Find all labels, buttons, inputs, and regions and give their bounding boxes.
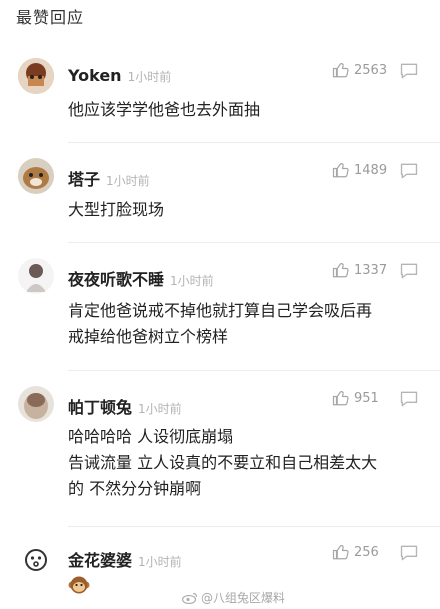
- thumbs-up-icon: [332, 391, 349, 406]
- avatar[interactable]: [18, 386, 54, 422]
- avatar-image: [18, 158, 54, 194]
- thumbs-up-icon: [332, 545, 349, 560]
- like-count: 256: [354, 544, 379, 560]
- comment-line: 肯定他爸说戒不掉他就打算自己学会吸后再: [68, 301, 373, 320]
- comment-line: 他应该学学他爸也去外面抽: [68, 100, 261, 119]
- username[interactable]: 帕丁顿兔 1小时前: [68, 394, 182, 418]
- comment-line: 戒掉给他爸树立个榜样: [68, 327, 229, 346]
- divider: [68, 526, 440, 527]
- comment-line: 的 不然分分钟崩啊: [68, 479, 202, 498]
- section-title: 最赞回应: [16, 8, 85, 27]
- like-count: 2563: [354, 62, 388, 78]
- thumbs-up-icon: [332, 63, 349, 78]
- comment-emoji: [68, 574, 90, 600]
- monkey-emoji-icon: [68, 576, 90, 594]
- username[interactable]: Yoken 1小时前: [68, 66, 171, 85]
- username-text: 金花婆婆: [68, 551, 133, 570]
- watermark: @八组兔区爆料: [182, 589, 285, 606]
- comment-line: 大型打脸现场: [68, 200, 165, 219]
- username[interactable]: 塔子 1小时前: [68, 166, 150, 190]
- thumbs-up-icon: [332, 263, 349, 278]
- thumbs-up-icon: [332, 163, 349, 178]
- reply-icon[interactable]: [399, 61, 419, 81]
- reply-icon[interactable]: [399, 543, 419, 563]
- reply-icon[interactable]: [399, 161, 419, 181]
- divider: [68, 142, 440, 143]
- username-text: 夜夜听歌不睡: [68, 270, 165, 289]
- like-button[interactable]: 256: [332, 542, 379, 562]
- avatar-image: [18, 58, 54, 94]
- watermark-text: @八组兔区爆料: [201, 591, 286, 605]
- comment-text: 大型打脸现场: [68, 197, 428, 223]
- avatar[interactable]: [18, 58, 54, 94]
- like-count: 1489: [354, 162, 388, 178]
- divider: [68, 242, 440, 243]
- username-text: 帕丁顿兔: [68, 398, 133, 417]
- username-text: 塔子: [68, 170, 101, 189]
- reply-icon[interactable]: [399, 261, 419, 281]
- username-text: Yoken: [68, 66, 122, 85]
- like-button[interactable]: 1337: [332, 260, 387, 280]
- avatar-image: [18, 258, 54, 294]
- avatar[interactable]: [18, 258, 54, 294]
- comment-text: 他应该学学他爸也去外面抽: [68, 97, 428, 123]
- reply-icon[interactable]: [399, 389, 419, 409]
- like-button[interactable]: 1489: [332, 160, 387, 180]
- avatar[interactable]: [18, 542, 54, 578]
- timestamp: 1小时前: [138, 555, 182, 569]
- username[interactable]: 金花婆婆 1小时前: [68, 547, 182, 571]
- avatar-image: [25, 549, 47, 571]
- like-button[interactable]: 951: [332, 388, 379, 408]
- timestamp: 1小时前: [106, 174, 150, 188]
- avatar-image: [18, 386, 54, 422]
- username[interactable]: 夜夜听歌不睡 1小时前: [68, 266, 214, 290]
- comment-text: 肯定他爸说戒不掉他就打算自己学会吸后再 戒掉给他爸树立个榜样: [68, 298, 428, 350]
- avatar[interactable]: [18, 158, 54, 194]
- timestamp: 1小时前: [127, 70, 172, 84]
- comment-line: 告诫流量 立人设真的不要立和自己相差太大: [68, 453, 378, 472]
- like-count: 1337: [354, 262, 388, 278]
- timestamp: 1小时前: [170, 274, 214, 288]
- comment-text: 哈哈哈哈 人设彻底崩塌 告诫流量 立人设真的不要立和自己相差太大 的 不然分分钟…: [68, 424, 428, 502]
- timestamp: 1小时前: [138, 402, 182, 416]
- like-count: 951: [354, 390, 379, 406]
- weibo-logo-icon: [182, 592, 198, 604]
- divider: [68, 370, 440, 371]
- comment-line: 哈哈哈哈 人设彻底崩塌: [68, 427, 234, 446]
- like-button[interactable]: 2563: [332, 60, 387, 80]
